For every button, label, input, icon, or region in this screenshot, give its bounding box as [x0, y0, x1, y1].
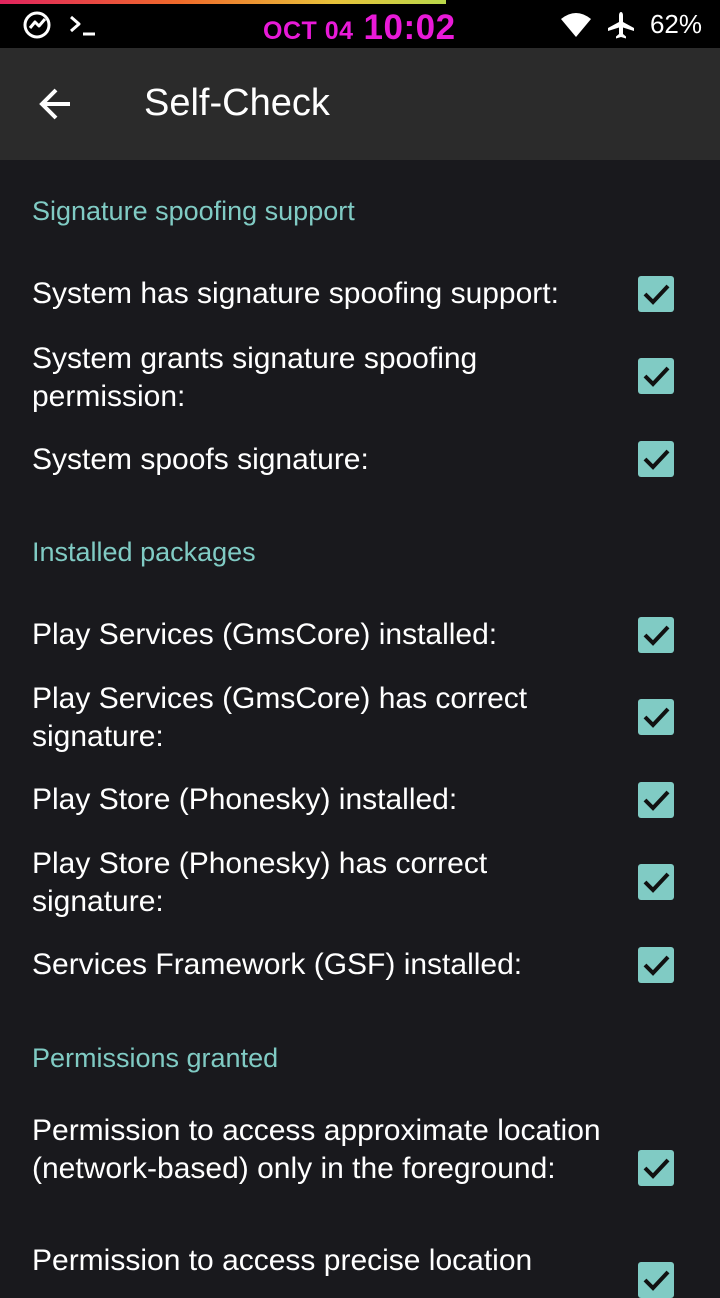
status-right-icons: 62%: [560, 9, 702, 40]
app-bar: Self-Check: [0, 48, 720, 160]
checkbox[interactable]: [638, 441, 674, 477]
status-bar: OCT 04 10:02 62%: [0, 0, 720, 48]
page-title: Self-Check: [144, 82, 330, 124]
check-label: System has signature spoofing support:: [32, 277, 559, 310]
checkbox[interactable]: [638, 1262, 674, 1298]
checkbox[interactable]: [638, 699, 674, 735]
checkbox[interactable]: [638, 1150, 674, 1186]
status-left-icons: [22, 10, 98, 40]
check-label: Play Store (Phonesky) has correct signat…: [32, 847, 488, 918]
checkmark-icon: [641, 785, 671, 815]
speedometer-icon: [22, 10, 52, 40]
battery-level: 62%: [649, 9, 702, 39]
check-label: System spoofs signature:: [32, 443, 369, 476]
checkmark-icon: [641, 702, 671, 732]
check-label: Play Store (Phonesky) installed:: [32, 783, 458, 816]
section-header-installed-packages: Installed packages: [32, 537, 256, 567]
back-button[interactable]: [22, 70, 90, 138]
checkbox[interactable]: [638, 782, 674, 818]
status-date: OCT 04: [263, 17, 354, 45]
arrow-left-icon: [38, 86, 74, 122]
checkbox[interactable]: [638, 617, 674, 653]
status-time: 10:02: [363, 8, 456, 47]
check-label: Play Services (GmsCore) has correct sign…: [32, 682, 528, 753]
checkmark-icon: [641, 620, 671, 650]
section-header-signature-spoofing: Signature spoofing support: [32, 196, 355, 226]
checkbox[interactable]: [638, 358, 674, 394]
checkmark-icon: [641, 444, 671, 474]
checkmark-icon: [641, 867, 671, 897]
terminal-icon: [68, 10, 98, 40]
airplane-icon: [606, 10, 636, 40]
check-label: Services Framework (GSF) installed:: [32, 948, 523, 981]
checkmark-icon: [641, 1153, 671, 1183]
check-label: Play Services (GmsCore) installed:: [32, 618, 498, 651]
checkmark-icon: [641, 361, 671, 391]
checkbox[interactable]: [638, 276, 674, 312]
check-label: System grants signature spoofing permiss…: [32, 342, 478, 413]
checkbox[interactable]: [638, 864, 674, 900]
checkbox[interactable]: [638, 947, 674, 983]
checkmark-icon: [641, 279, 671, 309]
wifi-icon: [560, 11, 592, 39]
check-label: Permission to access approximate locatio…: [32, 1114, 601, 1185]
checkmark-icon: [641, 950, 671, 980]
check-label: Permission to access precise location: [32, 1244, 533, 1277]
status-clock: OCT 04 10:02: [263, 8, 456, 48]
section-header-permissions-granted: Permissions granted: [32, 1043, 279, 1073]
status-progress-bar: [0, 0, 446, 4]
checkmark-icon: [641, 1265, 671, 1295]
